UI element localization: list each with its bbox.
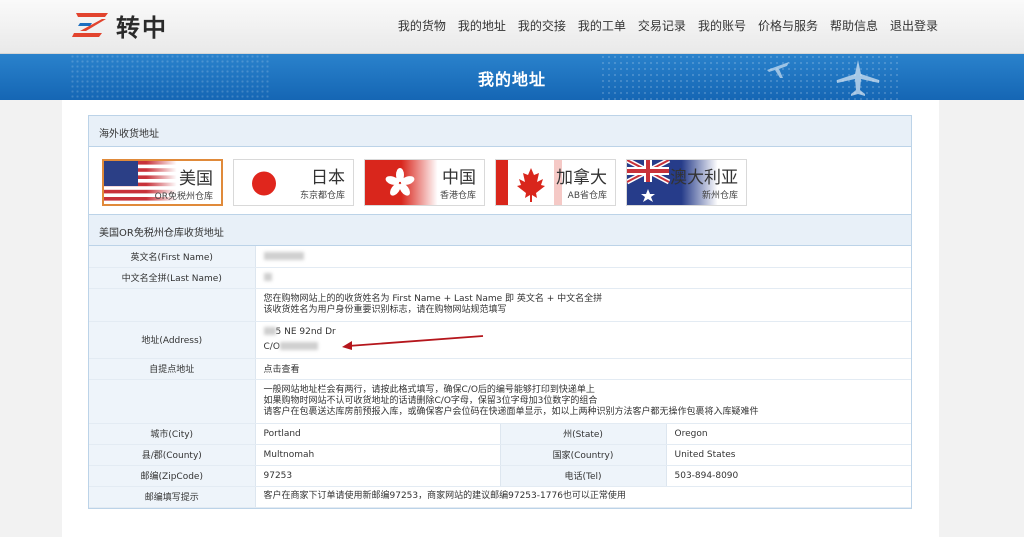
annotation-arrow-icon xyxy=(342,335,484,350)
warehouse-name: 美国 xyxy=(179,169,213,189)
address-table: 英文名(First Name) 中文名全拼(Last Name) 您在购物网站上… xyxy=(89,246,911,508)
state-label: 州(State) xyxy=(499,423,667,445)
nav-my-account[interactable]: 我的账号 xyxy=(698,17,746,34)
warehouse-sub: 新州仓库 xyxy=(701,191,738,201)
table-row: 邮编填写提示 客户在商家下订单请使用新邮编97253，商家网站的建议邮编9725… xyxy=(89,486,911,508)
last-name-value[interactable] xyxy=(255,267,911,289)
address-note-line: 请客户在包裹送达库房前预报入库，或确保客户会位码在快递面单显示，如以上两种识别方… xyxy=(263,406,759,417)
nav-my-handover[interactable]: 我的交接 xyxy=(518,17,566,34)
warehouse-tab-jp[interactable]: 日本 东京都仓库 xyxy=(233,159,354,206)
top-header: 转中 我的货物 我的地址 我的交接 我的工单 交易记录 我的账号 价格与服务 帮… xyxy=(0,0,1024,54)
address-label: 地址(Address) xyxy=(89,321,256,359)
address-line2: C/O xyxy=(263,341,280,352)
redacted-text xyxy=(263,251,304,260)
address-note-line: 如果购物时网站不认可收货地址的话请删除C/O字母，保留3位字母加3位数字的组合 xyxy=(263,395,598,406)
logo[interactable]: 转中 xyxy=(72,9,168,42)
redacted-text xyxy=(263,273,272,281)
zip-tip-value: 客户在商家下订单请使用新邮编97253，商家网站的建议邮编97253-1776也… xyxy=(255,486,911,508)
zip-label: 邮编(ZipCode) xyxy=(89,465,256,487)
warehouse-tab-ca[interactable]: 加拿大 AB省仓库 xyxy=(495,159,616,206)
table-row: 城市(City) Portland 州(State) Oregon xyxy=(89,423,911,445)
brand-name: 转中 xyxy=(116,13,168,42)
name-note: 您在购物网站上的的收货姓名为 First Name + Last Name 即 … xyxy=(255,288,911,322)
nav-my-address[interactable]: 我的地址 xyxy=(458,17,506,34)
warehouse-name: 加拿大 xyxy=(556,168,607,188)
table-row: 县/郡(County) Multnomah 国家(Country) United… xyxy=(89,444,911,466)
nav-my-tickets[interactable]: 我的工单 xyxy=(578,17,626,34)
name-note-line: 您在购物网站上的的收货姓名为 First Name + Last Name 即 … xyxy=(263,293,603,304)
warehouse-tab-hk[interactable]: 中国 香港仓库 xyxy=(364,159,485,206)
last-name-label: 中文名全拼(Last Name) xyxy=(89,267,256,289)
address-panel: 海外收货地址 美国 OR免税州仓库 日本 东京都仓库 中国 香港仓库 加拿大 A… xyxy=(88,115,912,509)
nav-pricing[interactable]: 价格与服务 xyxy=(758,17,818,34)
zip-tip-label: 邮编填写提示 xyxy=(89,486,256,508)
table-row: 一般网站地址栏会有两行，请按此格式填写，确保C/O后的编号能够打印到快递单上 如… xyxy=(89,379,911,424)
name-note-line: 该收货姓名为用户身份重要识别标志，请在购物网站规范填写 xyxy=(263,304,507,315)
table-row: 自提点地址 点击查看 xyxy=(89,358,911,380)
nav-logout[interactable]: 退出登录 xyxy=(890,17,938,34)
table-row: 中文名全拼(Last Name) xyxy=(89,267,911,289)
county-label: 县/郡(County) xyxy=(89,444,256,466)
nav-transactions[interactable]: 交易记录 xyxy=(638,17,686,34)
warehouse-name: 日本 xyxy=(311,168,345,188)
country-label: 国家(Country) xyxy=(499,444,667,466)
page-banner: 我的地址 xyxy=(0,54,1024,100)
warehouse-name: 中国 xyxy=(442,168,476,188)
state-value[interactable]: Oregon xyxy=(666,423,911,445)
table-row: 您在购物网站上的的收货姓名为 First Name + Last Name 即 … xyxy=(89,288,911,322)
page-title: 我的地址 xyxy=(477,70,546,89)
warehouse-selector: 美国 OR免税州仓库 日本 东京都仓库 中国 香港仓库 加拿大 AB省仓库 澳大… xyxy=(89,147,911,215)
county-value[interactable]: Multnomah xyxy=(255,444,500,466)
city-label: 城市(City) xyxy=(89,423,256,445)
first-name-label: 英文名(First Name) xyxy=(89,246,256,268)
tel-label: 电话(Tel) xyxy=(499,465,667,487)
table-row: 邮编(ZipCode) 97253 电话(Tel) 503-894-8090 xyxy=(89,465,911,487)
warehouse-tab-us[interactable]: 美国 OR免税州仓库 xyxy=(102,159,223,206)
nav-help[interactable]: 帮助信息 xyxy=(830,17,878,34)
warehouse-tab-au[interactable]: 澳大利亚 新州仓库 xyxy=(626,159,747,206)
warehouse-sub: 香港仓库 xyxy=(439,191,476,201)
warehouse-sub: 东京都仓库 xyxy=(299,191,345,201)
first-name-value[interactable] xyxy=(255,246,911,268)
warehouse-sub: OR免税州仓库 xyxy=(154,192,213,202)
logo-icon xyxy=(72,13,108,37)
address-note-line: 一般网站地址栏会有两行，请按此格式填写，确保C/O后的编号能够打印到快递单上 xyxy=(263,384,595,395)
main-nav: 我的货物 我的地址 我的交接 我的工单 交易记录 我的账号 价格与服务 帮助信息… xyxy=(398,17,938,34)
redacted-text xyxy=(279,342,318,350)
city-value[interactable]: Portland xyxy=(255,423,500,445)
zip-value[interactable]: 97253 xyxy=(255,465,500,487)
redacted-text xyxy=(263,327,276,335)
address-section-heading: 美国OR免税州仓库收货地址 xyxy=(89,215,911,246)
table-row: 地址(Address) 5 NE 92nd Dr C/O xyxy=(89,321,911,359)
address-line1: 5 NE 92nd Dr xyxy=(275,326,336,337)
table-row: 英文名(First Name) xyxy=(89,246,911,268)
warehouse-sub: AB省仓库 xyxy=(567,191,607,201)
country-value[interactable]: United States xyxy=(666,444,911,466)
pickup-label: 自提点地址 xyxy=(89,358,256,380)
warehouse-name: 澳大利亚 xyxy=(670,168,738,188)
address-note: 一般网站地址栏会有两行，请按此格式填写，确保C/O后的编号能够打印到快递单上 如… xyxy=(255,379,911,424)
overseas-heading: 海外收货地址 xyxy=(89,116,911,147)
tel-value[interactable]: 503-894-8090 xyxy=(666,465,911,487)
pickup-link[interactable]: 点击查看 xyxy=(264,365,300,375)
nav-my-goods[interactable]: 我的货物 xyxy=(398,17,446,34)
